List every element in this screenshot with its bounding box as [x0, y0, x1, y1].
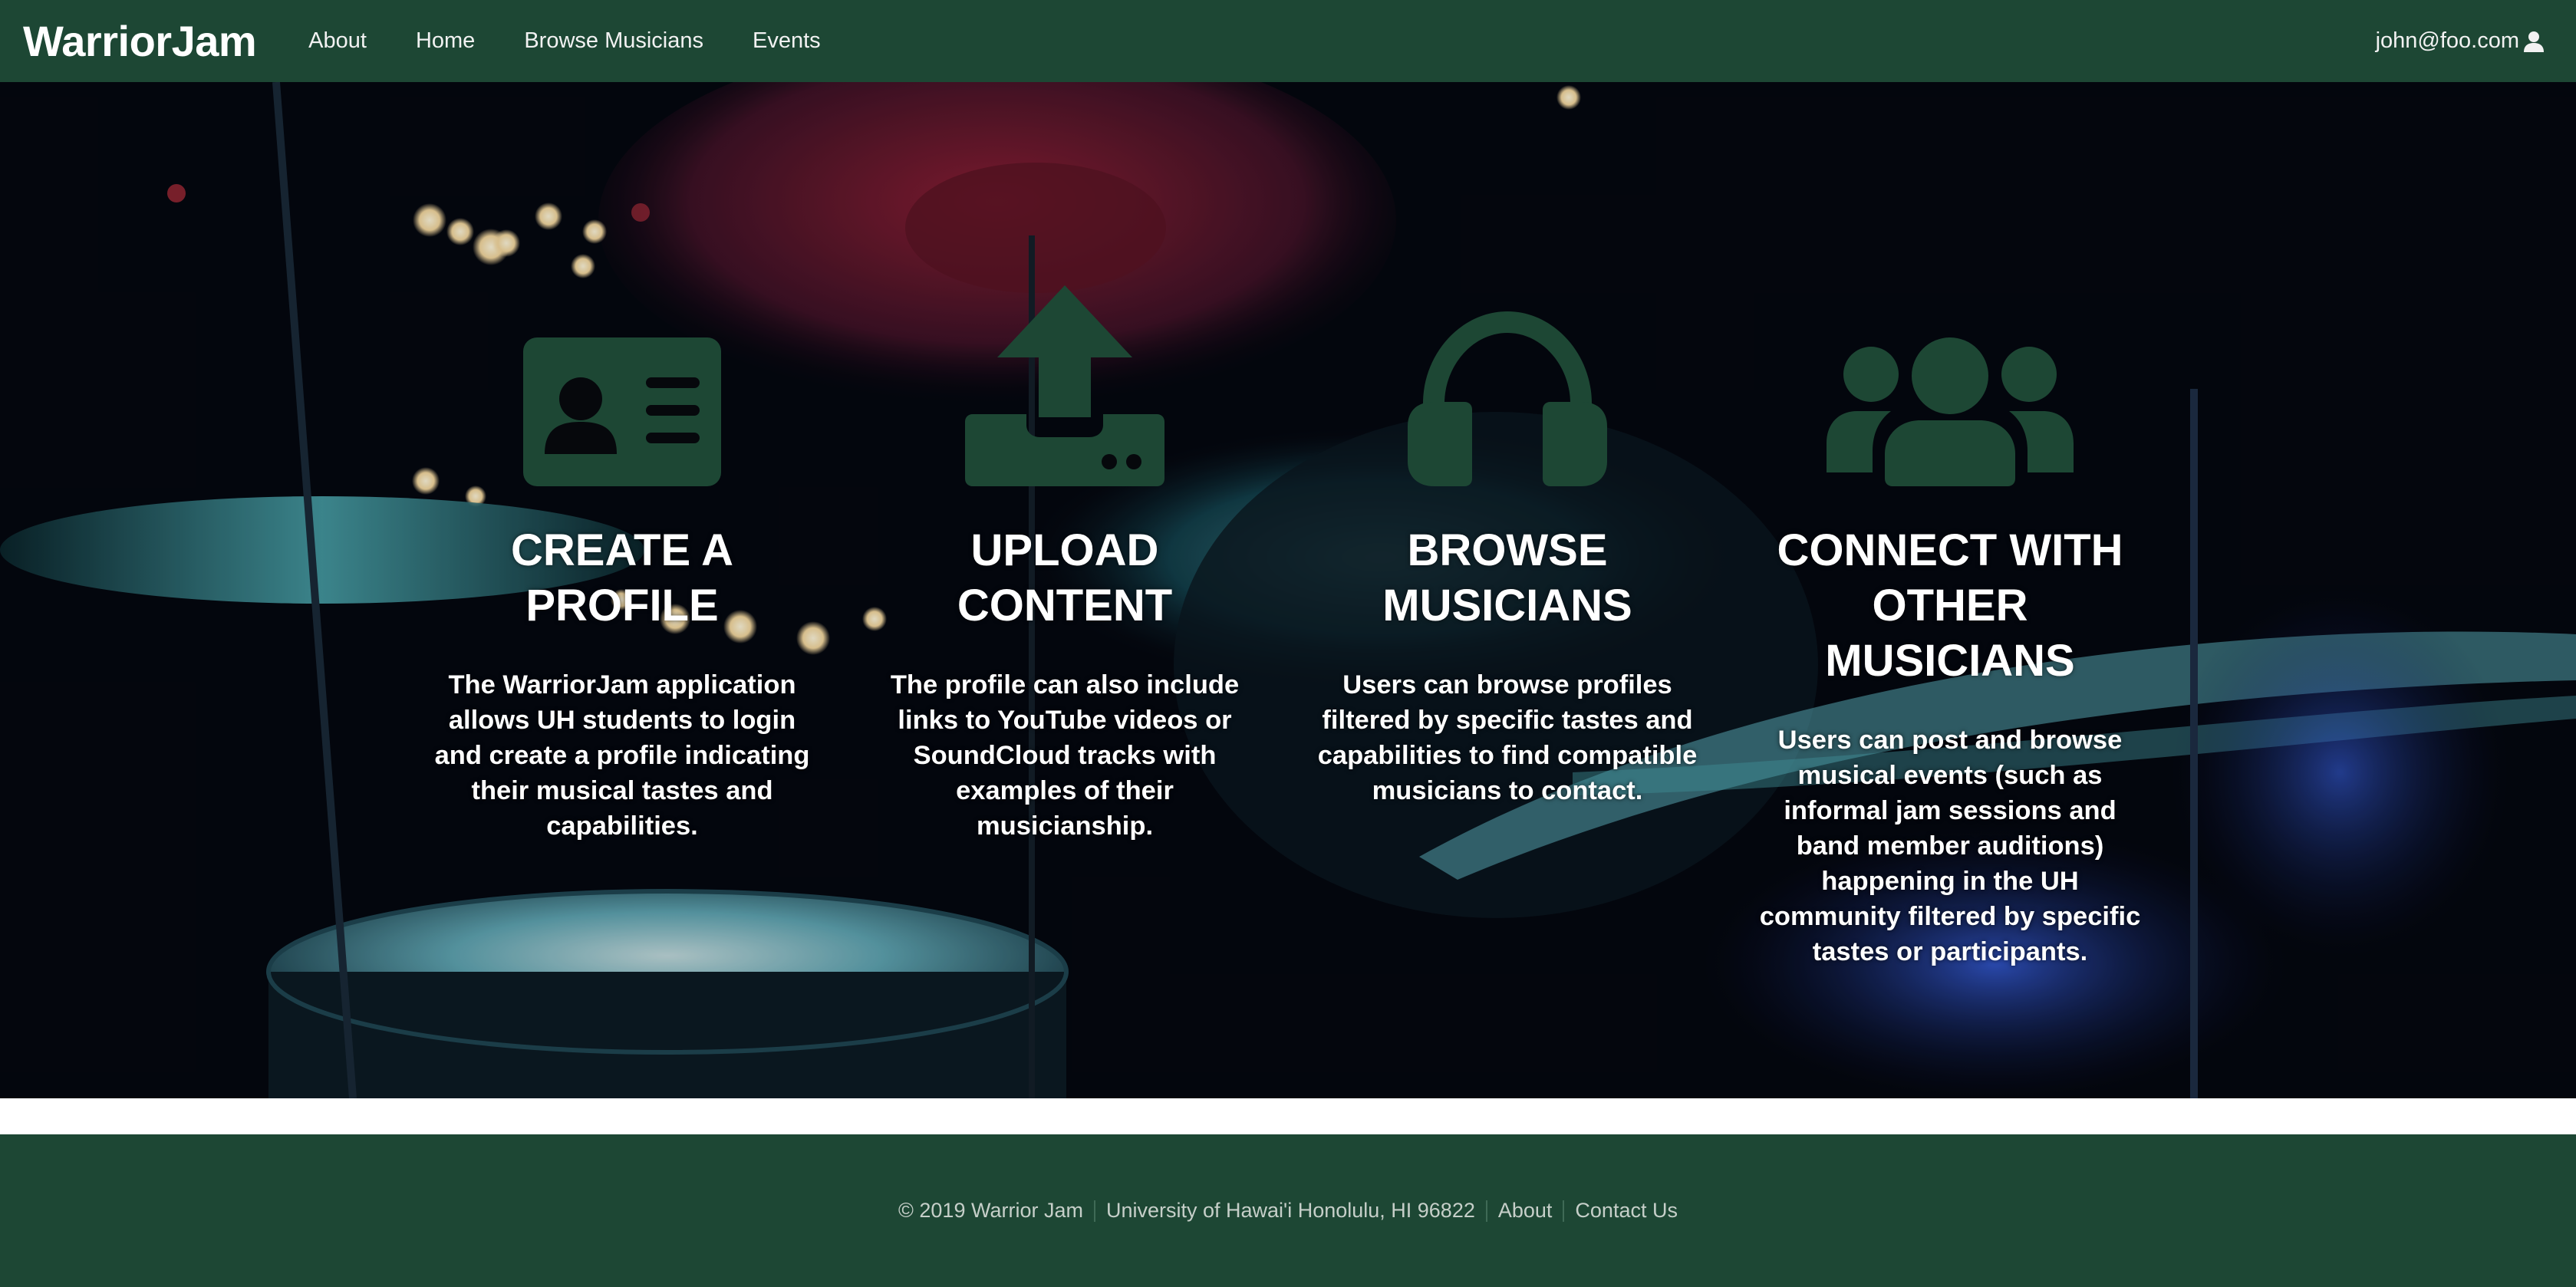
feature-upload-content: UPLOAD CONTENT The profile can also incl… — [865, 285, 1264, 844]
top-navbar: WarriorJam About Home Browse Musicians E… — [0, 0, 2576, 82]
nav-link-browse-musicians[interactable]: Browse Musicians — [524, 28, 703, 54]
feature-title: BROWSE MUSICIANS — [1382, 525, 1632, 630]
nav-link-events[interactable]: Events — [753, 28, 821, 54]
footer-address: University of Hawai'i Honolulu, HI 96822 — [1105, 1199, 1475, 1222]
users-icon — [1751, 285, 2149, 486]
upload-icon — [865, 285, 1264, 486]
id-card-icon — [423, 285, 822, 486]
user-menu[interactable]: john@foo.com — [2376, 0, 2545, 82]
feature-browse-musicians: BROWSE MUSICIANS Users can browse profil… — [1308, 285, 1707, 808]
user-icon — [2524, 31, 2544, 52]
feature-description: The WarriorJam application allows UH stu… — [434, 670, 810, 841]
feature-description: The profile can also include links to Yo… — [890, 670, 1240, 841]
brand-logo[interactable]: WarriorJam — [23, 16, 257, 66]
feature-create-profile: CREATE A PROFILE The WarriorJam applicat… — [423, 285, 822, 844]
footer-contact-link[interactable]: Contact Us — [1564, 1199, 1688, 1223]
hero-section: CREATE A PROFILE The WarriorJam applicat… — [0, 82, 2576, 1098]
nav-link-about[interactable]: About — [308, 28, 367, 54]
user-email: john@foo.com — [2375, 28, 2519, 53]
feature-title: CONNECT WITH OTHER MUSICIANS — [1777, 525, 2123, 686]
nav-link-home[interactable]: Home — [416, 28, 475, 54]
content-spacer — [0, 1098, 2576, 1134]
feature-connect-musicians: CONNECT WITH OTHER MUSICIANS Users can p… — [1751, 285, 2149, 969]
footer-copyright: © 2019 Warrior Jam — [898, 1199, 1083, 1222]
feature-description: Users can browse profiles filtered by sp… — [1317, 670, 1698, 805]
feature-title: UPLOAD CONTENT — [957, 525, 1173, 630]
feature-description: Users can post and browse musical events… — [1759, 726, 2141, 966]
footer-about-link[interactable]: About — [1487, 1199, 1563, 1223]
page-footer: © 2019 Warrior Jam University of Hawai'i… — [0, 1134, 2576, 1287]
feature-title: CREATE A PROFILE — [511, 525, 733, 630]
headphones-icon — [1308, 285, 1707, 486]
